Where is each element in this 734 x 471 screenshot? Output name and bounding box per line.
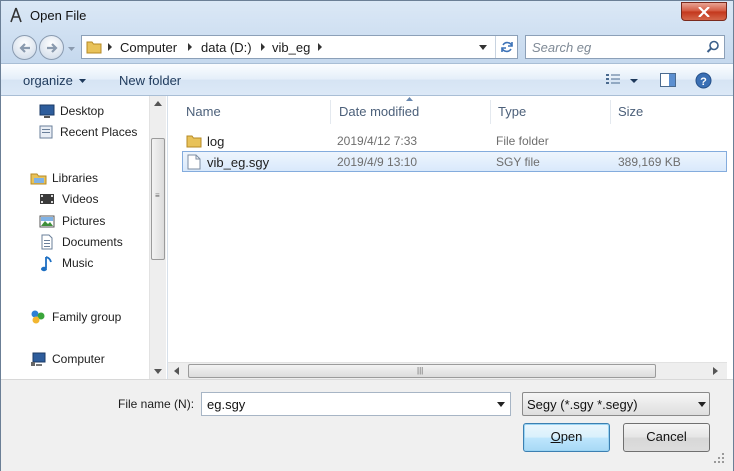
- breadcrumb-arrow-icon[interactable]: [186, 42, 194, 52]
- breadcrumb-arrow-icon[interactable]: [316, 42, 324, 52]
- desktop-icon: [39, 104, 55, 118]
- navigation-pane: Desktop Recent Places Libraries Videos P…: [1, 96, 167, 379]
- sidebar-item-label: Family group: [52, 310, 122, 324]
- scroll-right-icon[interactable]: [713, 367, 718, 375]
- arrow-left-icon: [19, 43, 30, 53]
- filename-label: File name (N):: [118, 397, 195, 411]
- file-list-scroll-thumb[interactable]: |||: [188, 364, 656, 378]
- resize-grip-icon[interactable]: [713, 452, 725, 464]
- breadcrumb-folder[interactable]: vib_eg: [272, 40, 310, 55]
- file-list-horizontal-scrollbar[interactable]: |||: [168, 362, 727, 379]
- back-button[interactable]: [12, 35, 37, 60]
- filename-input[interactable]: [205, 395, 485, 413]
- sidebar-item-label: Documents: [62, 235, 123, 249]
- videos-icon: [40, 194, 54, 204]
- filename-combobox[interactable]: [201, 392, 511, 416]
- navigation-bar: Computer data (D:) vib_eg: [1, 31, 733, 63]
- sidebar-vertical-scrollbar[interactable]: ≡: [149, 96, 166, 379]
- homegroup-icon: [31, 310, 45, 324]
- file-list-pane: Name Date modified Type Size log 2019/4/…: [168, 96, 727, 379]
- close-button[interactable]: [681, 2, 727, 21]
- column-header-type[interactable]: Type: [492, 96, 612, 124]
- svg-text:?: ?: [700, 76, 707, 88]
- music-icon: [41, 256, 52, 272]
- search-box[interactable]: [525, 35, 725, 59]
- file-icon: [187, 154, 201, 170]
- organize-label: organize: [23, 73, 73, 88]
- open-file-dialog: Open File Computer data (D:) vib_eg Sear…: [0, 0, 734, 471]
- recent-pages-chevron-icon[interactable]: [67, 45, 76, 53]
- folder-icon: [86, 41, 102, 54]
- sidebar-item-label: Music: [62, 256, 94, 270]
- chevron-down-icon: [698, 402, 706, 407]
- documents-icon: [41, 234, 53, 250]
- libraries-icon: [30, 173, 47, 185]
- dialog-footer: File name (N): Segy (*.sgy *.segy) Open …: [1, 379, 733, 471]
- new-folder-button[interactable]: New folder: [119, 73, 181, 88]
- breadcrumb-arrow-icon[interactable]: [106, 42, 114, 52]
- file-date: 2019/4/9 13:10: [337, 155, 418, 169]
- sidebar-scroll-thumb[interactable]: ≡: [151, 138, 165, 260]
- address-bar[interactable]: Computer data (D:) vib_eg: [81, 35, 518, 59]
- title-bar: Open File: [1, 1, 733, 31]
- sidebar-item-label: Recent Places: [60, 125, 138, 139]
- sidebar-item-label: Videos: [62, 192, 99, 206]
- refresh-button[interactable]: [495, 36, 517, 58]
- file-type: SGY file: [496, 155, 540, 169]
- window-title: Open File: [30, 8, 87, 23]
- recent-places-icon: [39, 125, 53, 139]
- computer-icon: [31, 352, 46, 366]
- breadcrumb-drive[interactable]: data (D:): [201, 40, 252, 55]
- file-row-vib-eg-sgy[interactable]: vib_eg.sgy 2019/4/9 13:10 SGY file 389,1…: [182, 151, 727, 172]
- column-header-name[interactable]: Name: [180, 96, 330, 124]
- content-area: Desktop Recent Places Libraries Videos P…: [1, 96, 733, 379]
- file-date: 2019/4/12 7:33: [337, 134, 418, 148]
- refresh-icon: [501, 41, 513, 53]
- scroll-left-icon[interactable]: [174, 367, 179, 375]
- forward-button[interactable]: [39, 35, 64, 60]
- sidebar-item-label: Libraries: [52, 171, 99, 185]
- command-toolbar: organize New folder ?: [1, 63, 733, 96]
- file-name: vib_eg.sgy: [207, 155, 270, 170]
- change-view-icon[interactable]: [605, 73, 621, 86]
- organize-button[interactable]: organize: [23, 73, 86, 88]
- chevron-down-icon: [78, 79, 86, 84]
- cancel-button[interactable]: Cancel: [623, 423, 710, 452]
- search-input[interactable]: [530, 38, 700, 56]
- file-type: File folder: [496, 134, 549, 148]
- file-type-filter-select[interactable]: Segy (*.sgy *.segy): [522, 392, 710, 416]
- scroll-down-icon[interactable]: [154, 369, 162, 374]
- open-button[interactable]: Open: [523, 423, 610, 452]
- file-type-filter-value: Segy (*.sgy *.segy): [527, 397, 638, 412]
- arrow-right-icon: [47, 43, 58, 53]
- app-icon: [10, 7, 22, 23]
- view-options-chevron-icon[interactable]: [630, 79, 638, 84]
- column-divider[interactable]: [330, 100, 331, 124]
- chevron-down-icon[interactable]: [497, 402, 505, 407]
- file-size: 389,169 KB: [618, 155, 681, 169]
- address-history-chevron-icon[interactable]: [479, 45, 487, 51]
- column-divider[interactable]: [610, 100, 611, 124]
- preview-pane-icon[interactable]: [660, 73, 676, 87]
- scroll-up-icon[interactable]: [154, 101, 162, 106]
- file-name: log: [207, 134, 225, 149]
- pictures-icon: [39, 215, 55, 228]
- search-icon[interactable]: [706, 40, 720, 54]
- sidebar-item-label: Pictures: [62, 214, 106, 228]
- sidebar-item-label: Computer: [52, 352, 105, 366]
- close-icon: [698, 7, 710, 17]
- sidebar-item-label: Desktop: [60, 104, 105, 118]
- help-icon[interactable]: ?: [695, 72, 712, 89]
- column-header-size[interactable]: Size: [612, 96, 722, 124]
- breadcrumb-computer[interactable]: Computer: [120, 40, 177, 55]
- column-divider[interactable]: [490, 100, 491, 124]
- folder-icon: [186, 135, 202, 148]
- file-row-log[interactable]: log 2019/4/12 7:33 File folder: [182, 131, 727, 152]
- breadcrumb-arrow-icon[interactable]: [259, 42, 267, 52]
- sort-ascending-icon: [406, 97, 413, 101]
